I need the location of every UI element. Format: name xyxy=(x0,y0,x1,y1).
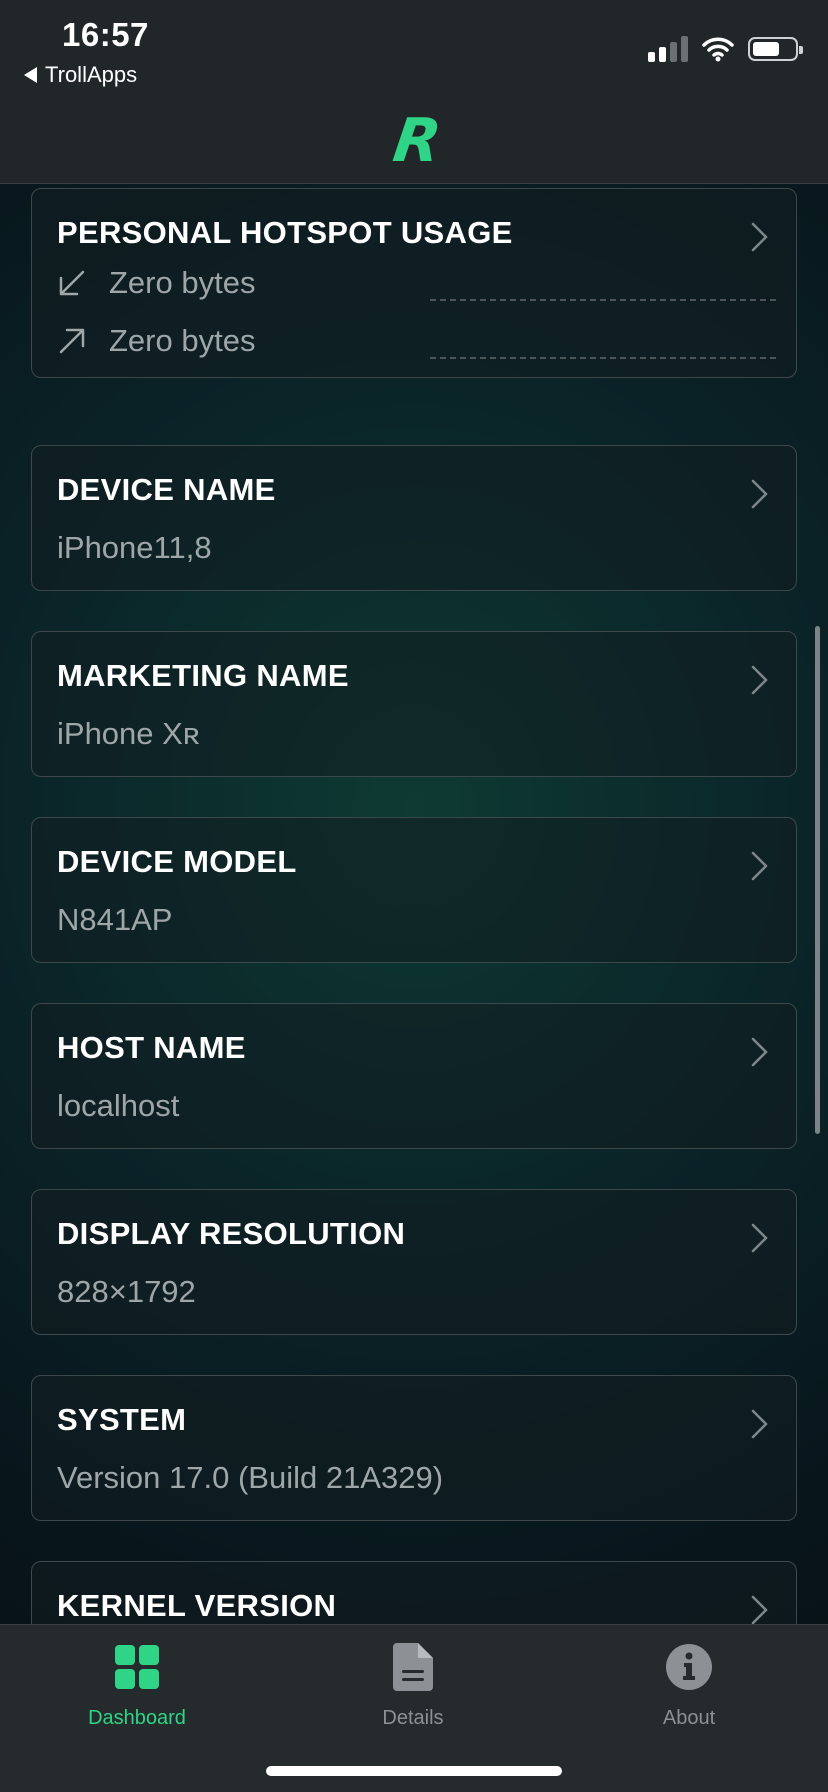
tab-label: About xyxy=(662,1707,716,1729)
arrow-up-right-icon xyxy=(59,328,85,354)
battery-icon xyxy=(748,37,803,61)
card-title: SYSTEM xyxy=(57,1402,187,1437)
chevron-right-icon xyxy=(751,1409,768,1439)
hotspot-upload-row: Zero bytes xyxy=(57,323,255,359)
card-system[interactable]: SYSTEM Version 17.0 (Build 21A329) xyxy=(31,1375,797,1521)
navigation-bar: 16:57 TrollApps R xyxy=(0,0,828,184)
hotspot-upload-value: Zero bytes xyxy=(109,323,256,358)
card-title: KERNEL VERSION xyxy=(57,1588,337,1623)
cellular-signal-icon xyxy=(648,36,688,62)
status-time: 16:57 xyxy=(62,16,149,53)
card-value: 828×1792 xyxy=(57,1274,196,1309)
card-host-name[interactable]: HOST NAME localhost xyxy=(31,1003,797,1149)
back-triangle-icon xyxy=(24,67,37,83)
card-kernel-version[interactable]: KERNEL VERSION xyxy=(31,1561,797,1624)
chevron-right-icon xyxy=(751,1223,768,1253)
chevron-right-icon xyxy=(751,1595,768,1624)
card-personal-hotspot-usage[interactable]: PERSONAL HOTSPOT USAGE Zero bytes Zero b… xyxy=(31,188,797,378)
card-value: N841AP xyxy=(57,902,173,937)
card-value: iPhone Xʀ xyxy=(57,716,200,751)
chevron-right-icon xyxy=(751,665,768,695)
card-value: localhost xyxy=(57,1088,180,1123)
chevron-right-icon xyxy=(751,851,768,881)
chevron-right-icon xyxy=(751,1037,768,1067)
app-logo: R xyxy=(389,106,446,176)
status-icons xyxy=(648,36,803,62)
card-title: HOST NAME xyxy=(57,1030,246,1065)
card-display-resolution[interactable]: DISPLAY RESOLUTION 828×1792 xyxy=(31,1189,797,1335)
card-value: Version 17.0 (Build 21A329) xyxy=(57,1460,444,1495)
arrow-down-left-icon xyxy=(59,270,85,296)
content-scroll-area[interactable]: PERSONAL HOTSPOT USAGE Zero bytes Zero b… xyxy=(0,184,828,1624)
tab-about[interactable]: About xyxy=(589,1639,789,1730)
hotspot-download-row: Zero bytes xyxy=(57,265,255,301)
tab-details[interactable]: Details xyxy=(313,1639,513,1730)
scrollbar[interactable] xyxy=(815,626,820,1134)
card-device-model[interactable]: DEVICE MODEL N841AP xyxy=(31,817,797,963)
info-icon xyxy=(666,1644,712,1690)
tab-dashboard[interactable]: Dashboard xyxy=(37,1639,237,1730)
card-title: MARKETING NAME xyxy=(57,658,349,693)
chevron-right-icon xyxy=(751,222,768,252)
hotspot-download-value: Zero bytes xyxy=(109,265,256,300)
card-title: DEVICE MODEL xyxy=(57,844,297,879)
grid-icon xyxy=(115,1645,159,1689)
card-title: DISPLAY RESOLUTION xyxy=(57,1216,406,1251)
divider xyxy=(430,299,776,301)
wifi-icon xyxy=(702,37,734,62)
document-icon xyxy=(393,1643,433,1691)
card-marketing-name[interactable]: MARKETING NAME iPhone Xʀ xyxy=(31,631,797,777)
tab-label: Details xyxy=(382,1707,444,1729)
divider xyxy=(430,357,776,359)
back-label: TrollApps xyxy=(45,62,138,87)
back-to-trollapps-link[interactable]: TrollApps xyxy=(24,62,137,88)
home-indicator[interactable] xyxy=(266,1766,562,1776)
card-device-name[interactable]: DEVICE NAME iPhone11,8 xyxy=(31,445,797,591)
chevron-right-icon xyxy=(751,479,768,509)
card-title: DEVICE NAME xyxy=(57,472,276,507)
tab-label: Dashboard xyxy=(88,1707,186,1729)
card-value: iPhone11,8 xyxy=(57,530,212,565)
card-title: PERSONAL HOTSPOT USAGE xyxy=(57,215,513,250)
